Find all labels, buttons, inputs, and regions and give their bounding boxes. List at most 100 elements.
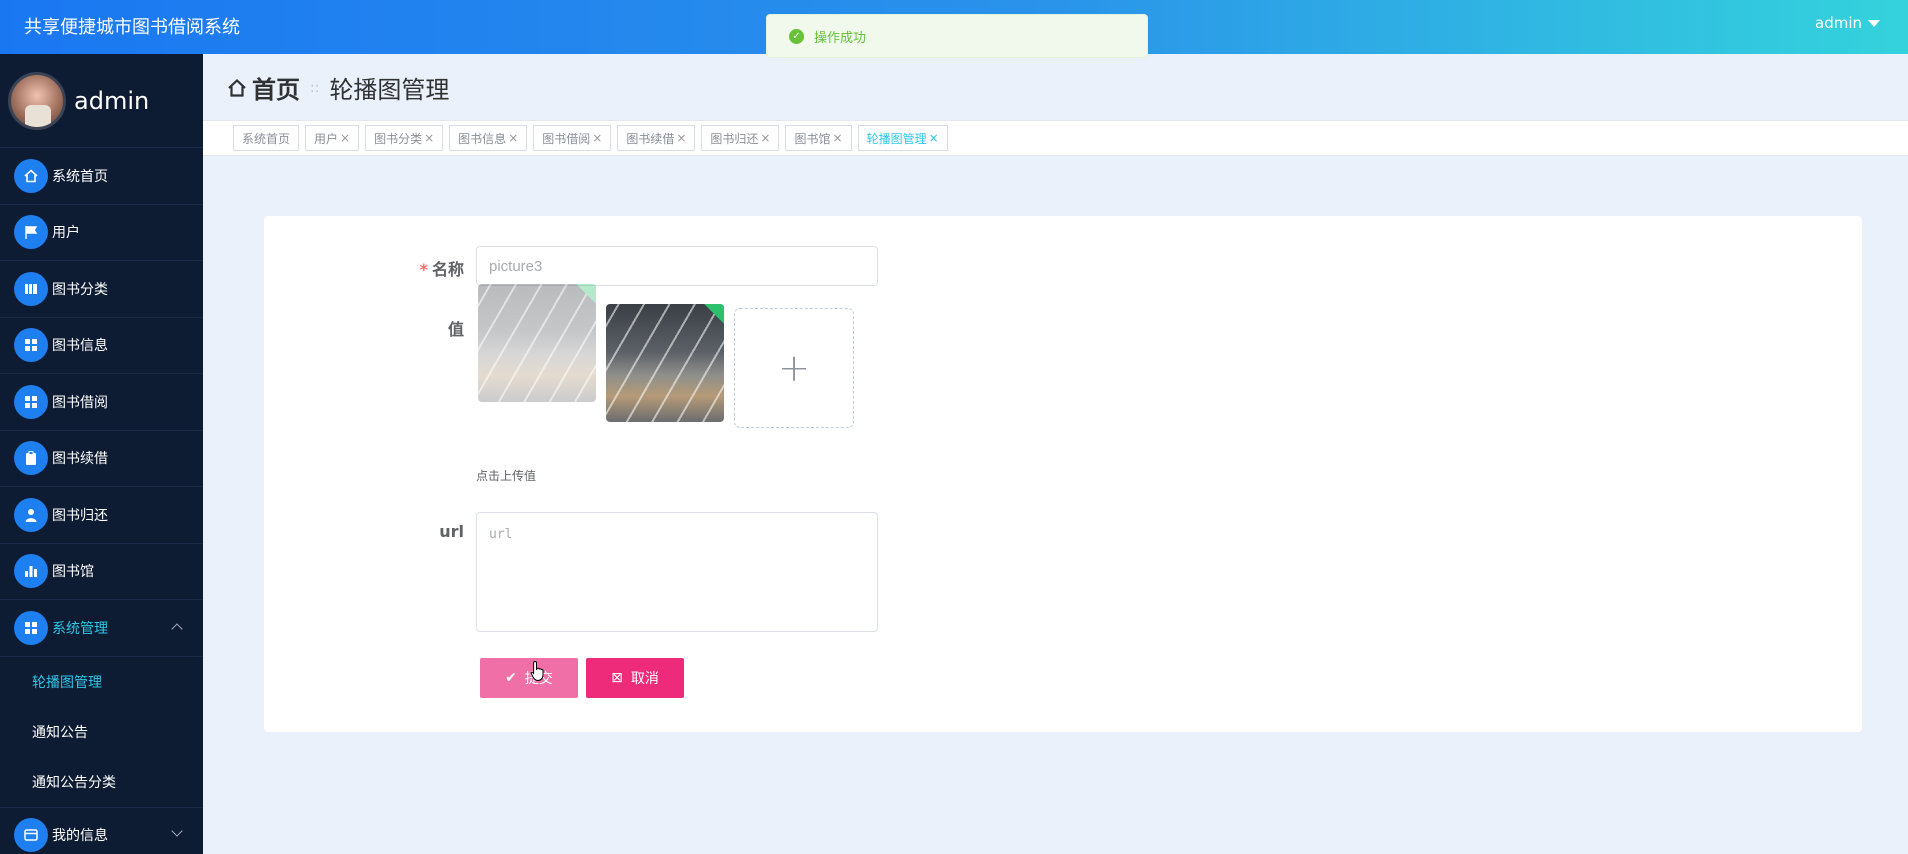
toast-message: 操作成功: [814, 30, 867, 46]
upload-hint: 点击上传值: [476, 469, 537, 483]
tag-book-borrow[interactable]: 图书借阅 ×: [533, 125, 612, 151]
user-menu-label: admin: [1815, 14, 1862, 32]
name-label-text: 名称: [431, 260, 464, 279]
books-icon: [14, 271, 48, 306]
value-label: 值: [447, 320, 464, 339]
grid-icon: [14, 384, 48, 419]
image-preview: [478, 284, 596, 402]
sidebar-item-my-info[interactable]: 我的信息: [0, 806, 203, 854]
tag-book-renew[interactable]: 图书续借 ×: [617, 125, 696, 151]
tag-users[interactable]: 用户 ×: [305, 125, 360, 151]
sidebar-item-book-renew[interactable]: 图书续借: [0, 431, 203, 487]
breadcrumb-current: 轮播图管理: [329, 76, 450, 104]
cancel-label: 取消: [630, 671, 659, 687]
form-card: *名称 picture3 值 + 点击上传值 url url ✔ 提交 ⊠ 取消: [264, 216, 1862, 732]
upload-button[interactable]: +: [734, 308, 854, 428]
close-icon[interactable]: ×: [592, 131, 602, 145]
required-icon: *: [419, 260, 428, 279]
name-field[interactable]: picture3: [476, 246, 878, 286]
tag-label: 用户: [314, 131, 339, 146]
tag-label: 图书归还: [710, 131, 759, 146]
sidebar-item-label: 图书分类: [52, 281, 108, 298]
tag-label: 图书续借: [626, 131, 675, 146]
submenu-item-notice[interactable]: 通知公告: [0, 707, 203, 757]
caret-down-icon: [1868, 19, 1880, 27]
url-textarea[interactable]: url: [476, 512, 878, 632]
tag-carousel[interactable]: 轮播图管理 ×: [857, 125, 948, 151]
name-label: * 名称: [374, 256, 464, 280]
sidebar-item-book-info[interactable]: 图书信息: [0, 318, 203, 374]
tag-label: 图书馆: [794, 131, 831, 146]
sidebar-item-book-borrow[interactable]: 图书借阅: [0, 374, 203, 431]
tag-library[interactable]: 图书馆 ×: [785, 125, 852, 151]
sidebar-item-book-category[interactable]: 图书分类: [0, 261, 203, 318]
breadcrumb-home-label: 首页: [252, 76, 300, 104]
close-box-icon: ⊠: [611, 670, 623, 686]
tag-label: 轮播图管理: [866, 131, 927, 146]
tags-view: 系统首页 用户 × 图书分类 × 图书信息 × 图书借阅 × 图书续借 × 图书归还 × 图…: [203, 120, 1908, 156]
home-icon: [228, 78, 246, 97]
chevron-up-icon: [171, 623, 183, 635]
breadcrumb-home[interactable]: 首页: [226, 70, 300, 105]
close-icon[interactable]: ×: [424, 131, 434, 145]
close-icon[interactable]: ×: [676, 131, 686, 145]
submit-button[interactable]: ✔ 提交: [480, 658, 578, 698]
close-icon[interactable]: ×: [760, 131, 770, 145]
close-icon[interactable]: ×: [508, 131, 518, 145]
user-menu[interactable]: admin: [1815, 14, 1880, 32]
uploaded-image[interactable]: [606, 304, 724, 422]
sidebar-item-label: 图书馆: [52, 564, 94, 581]
cancel-button[interactable]: ⊠ 取消: [586, 658, 684, 698]
hand-cursor-icon: [530, 660, 544, 682]
tag-home[interactable]: 系统首页: [233, 125, 300, 151]
sidebar-item-label: 系统首页: [52, 168, 108, 185]
profile-name: admin: [74, 86, 150, 115]
tag-book-info[interactable]: 图书信息 ×: [449, 125, 528, 151]
check-icon: ✔: [505, 670, 517, 686]
tag-label: 图书信息: [458, 131, 507, 146]
tag-label: 图书借阅: [542, 131, 591, 146]
sidebar-item-home[interactable]: 系统首页: [0, 148, 203, 205]
sidebar-item-label: 图书信息: [52, 338, 108, 355]
avatar: [8, 71, 66, 130]
uploaded-image-dragging[interactable]: [478, 284, 596, 402]
url-label: url: [439, 522, 464, 541]
sidebar-item-label: 图书归还: [52, 507, 108, 524]
sidebar-item-label: 我的信息: [52, 827, 108, 844]
tag-book-return[interactable]: 图书归还 ×: [701, 125, 780, 151]
flag-icon: [14, 215, 48, 250]
home-icon: [14, 158, 48, 193]
success-toast: ✓ 操作成功: [766, 14, 1148, 58]
sidebar-item-label: 用户: [52, 225, 80, 242]
image-preview: [606, 304, 724, 422]
sidebar: admin 系统首页 用户 图书分类 图书信息 图书借阅 图书续借 图书归还 图…: [0, 54, 203, 854]
check-circle-icon: ✓: [789, 28, 804, 44]
tag-label: 系统首页: [242, 131, 291, 146]
sidebar-item-label: 系统管理: [52, 620, 108, 637]
sidebar-item-users[interactable]: 用户: [0, 205, 203, 261]
bar-chart-icon: [14, 554, 48, 589]
tag-book-category[interactable]: 图书分类 ×: [365, 125, 444, 151]
grid-icon: [14, 328, 48, 363]
chevron-down-icon: [171, 824, 183, 837]
app-title: 共享便捷城市图书借阅系统: [24, 17, 240, 38]
sidebar-item-label: 图书续借: [52, 451, 108, 468]
sidebar-item-library[interactable]: 图书馆: [0, 544, 203, 600]
card-icon: [14, 817, 48, 852]
close-icon[interactable]: ×: [929, 131, 939, 145]
profile: admin: [0, 54, 203, 148]
close-icon[interactable]: ×: [833, 131, 843, 145]
grid-icon: [14, 610, 48, 645]
sidebar-item-system-management[interactable]: 系统管理: [0, 600, 203, 657]
close-icon[interactable]: ×: [340, 131, 350, 145]
breadcrumb: 首页 :: 轮播图管理: [226, 70, 449, 105]
clipboard-icon: [14, 441, 48, 476]
submenu-item-carousel[interactable]: 轮播图管理: [0, 657, 203, 707]
breadcrumb-separator-icon: ::: [310, 79, 320, 96]
submenu-item-notice-category[interactable]: 通知公告分类: [0, 757, 203, 807]
person-icon: [14, 497, 48, 532]
sidebar-item-label: 图书借阅: [52, 394, 108, 411]
plus-icon: +: [778, 346, 810, 390]
sidebar-item-book-return[interactable]: 图书归还: [0, 487, 203, 544]
tag-label: 图书分类: [374, 131, 423, 146]
